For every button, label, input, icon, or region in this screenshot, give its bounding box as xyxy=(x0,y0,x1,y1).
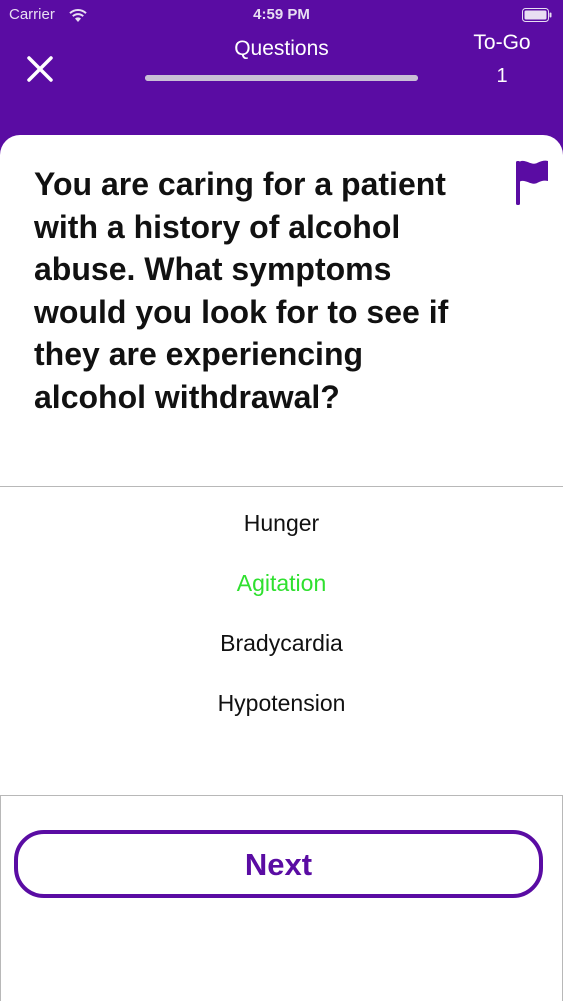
progress-fill xyxy=(145,75,418,81)
close-button[interactable] xyxy=(24,53,56,85)
divider xyxy=(0,486,563,487)
answer-option[interactable]: Hunger xyxy=(0,501,563,545)
answer-option-correct[interactable]: Agitation xyxy=(0,561,563,605)
close-icon xyxy=(27,56,53,82)
header-title: Questions xyxy=(234,37,329,60)
answer-option[interactable]: Bradycardia xyxy=(0,621,563,665)
next-button[interactable]: Next xyxy=(14,830,543,898)
status-bar: Carrier 4:59 PM xyxy=(0,0,563,30)
battery-icon xyxy=(522,8,552,22)
question-text: You are caring for a patient with a hist… xyxy=(34,166,449,415)
status-time: 4:59 PM xyxy=(253,6,310,23)
flag-button[interactable] xyxy=(514,157,550,207)
footer-panel: Next xyxy=(0,795,563,1001)
question-card: You are caring for a patient with a hist… xyxy=(0,135,563,1001)
togo-label: To-Go xyxy=(473,31,531,54)
togo-count: 1 xyxy=(496,65,508,87)
progress-bar xyxy=(145,75,418,81)
flag-icon xyxy=(516,160,548,205)
answer-option[interactable]: Hypotension xyxy=(0,681,563,725)
